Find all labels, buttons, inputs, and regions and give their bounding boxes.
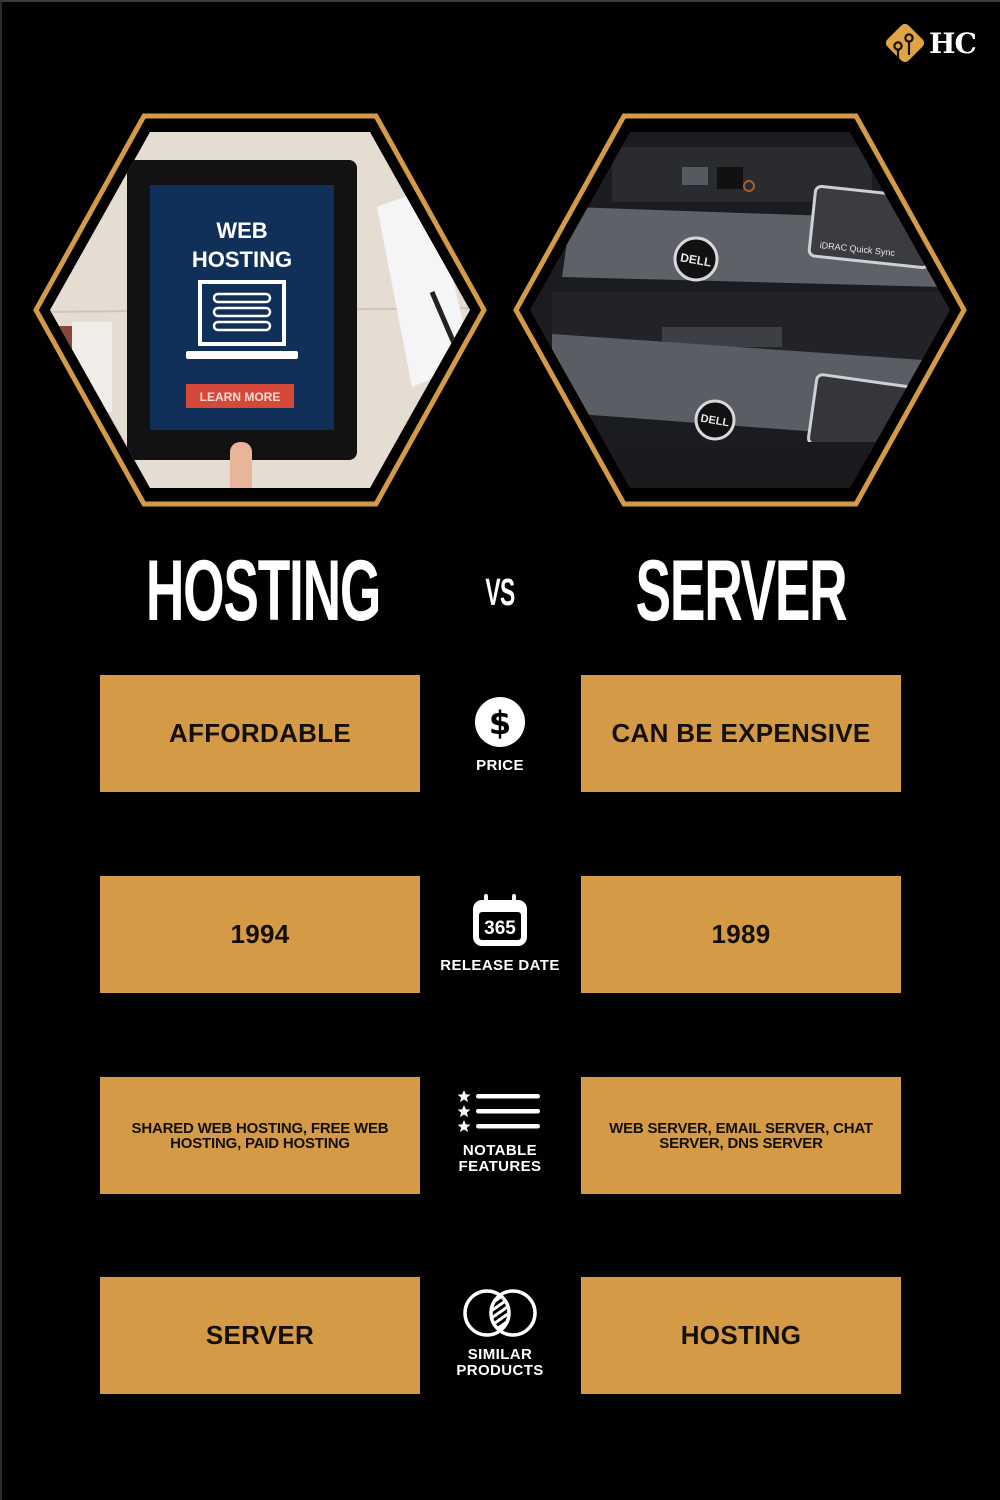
server-notable-features: WEB SERVER, EMAIL SERVER, CHAT SERVER, D… [581,1077,901,1194]
notable-features-label: NOTABLE FEATURES [459,1143,542,1175]
logo-text: HC [929,26,977,60]
brand-logo: HC [884,22,977,64]
server-price: CAN BE EXPENSIVE [581,675,901,792]
hosting-image: WEB HOSTING LEARN MORE [32,112,488,508]
price-label: PRICE [476,757,524,774]
screen-title-line1: WEB [216,218,267,243]
hosting-similar-products: SERVER [100,1277,420,1394]
comparison-row-notable-features: SHARED WEB HOSTING, FREE WEB HOSTING, PA… [0,1077,1000,1194]
release-date-label: RELEASE DATE [440,957,560,974]
similar-products-category: SIMILAR PRODUCTS [430,1277,570,1394]
hosting-release-date: 1994 [100,876,420,993]
notable-features-category: NOTABLE FEATURES [430,1077,570,1194]
server-image: DELL iDRAC Quick Sync DELL [512,112,968,508]
comparison-row-release-date: 1994 365 RELEASE DATE 1989 [0,876,1000,993]
notable-features-label-line2: FEATURES [458,1158,542,1175]
vs-label: VS [485,572,515,614]
comparison-row-similar-products: SERVER SIMILAR PRODUCTS HOSTING [0,1277,1000,1394]
notable-features-label-line1: NOTABLE [462,1142,538,1159]
circuit-nodes-icon [885,23,925,63]
overlapping-circles-icon [460,1287,540,1339]
price-category: $ PRICE [430,675,570,792]
right-title: SERVER [635,543,848,639]
screen-title-line2: HOSTING [192,247,292,272]
svg-text:$: $ [489,704,511,742]
starred-list-icon [458,1089,542,1133]
left-title: HOSTING [145,543,381,639]
calendar-icon-text: 365 [484,918,516,939]
screen-learn-more: LEARN MORE [200,390,281,404]
release-date-category: 365 RELEASE DATE [430,876,570,993]
comparison-row-price: AFFORDABLE $ PRICE CAN BE EXPENSIVE [0,675,1000,792]
hosting-notable-features: SHARED WEB HOSTING, FREE WEB HOSTING, PA… [100,1077,420,1194]
server-release-date: 1989 [581,876,901,993]
server-similar-products: HOSTING [581,1277,901,1394]
similar-products-label: SIMILAR PRODUCTS [456,1347,543,1379]
similar-products-label-line1: SIMILAR [467,1346,533,1363]
calendar-icon: 365 [471,894,529,948]
dollar-circle-icon: $ [474,696,526,748]
similar-products-label-line2: PRODUCTS [456,1362,544,1379]
hosting-price: AFFORDABLE [100,675,420,792]
